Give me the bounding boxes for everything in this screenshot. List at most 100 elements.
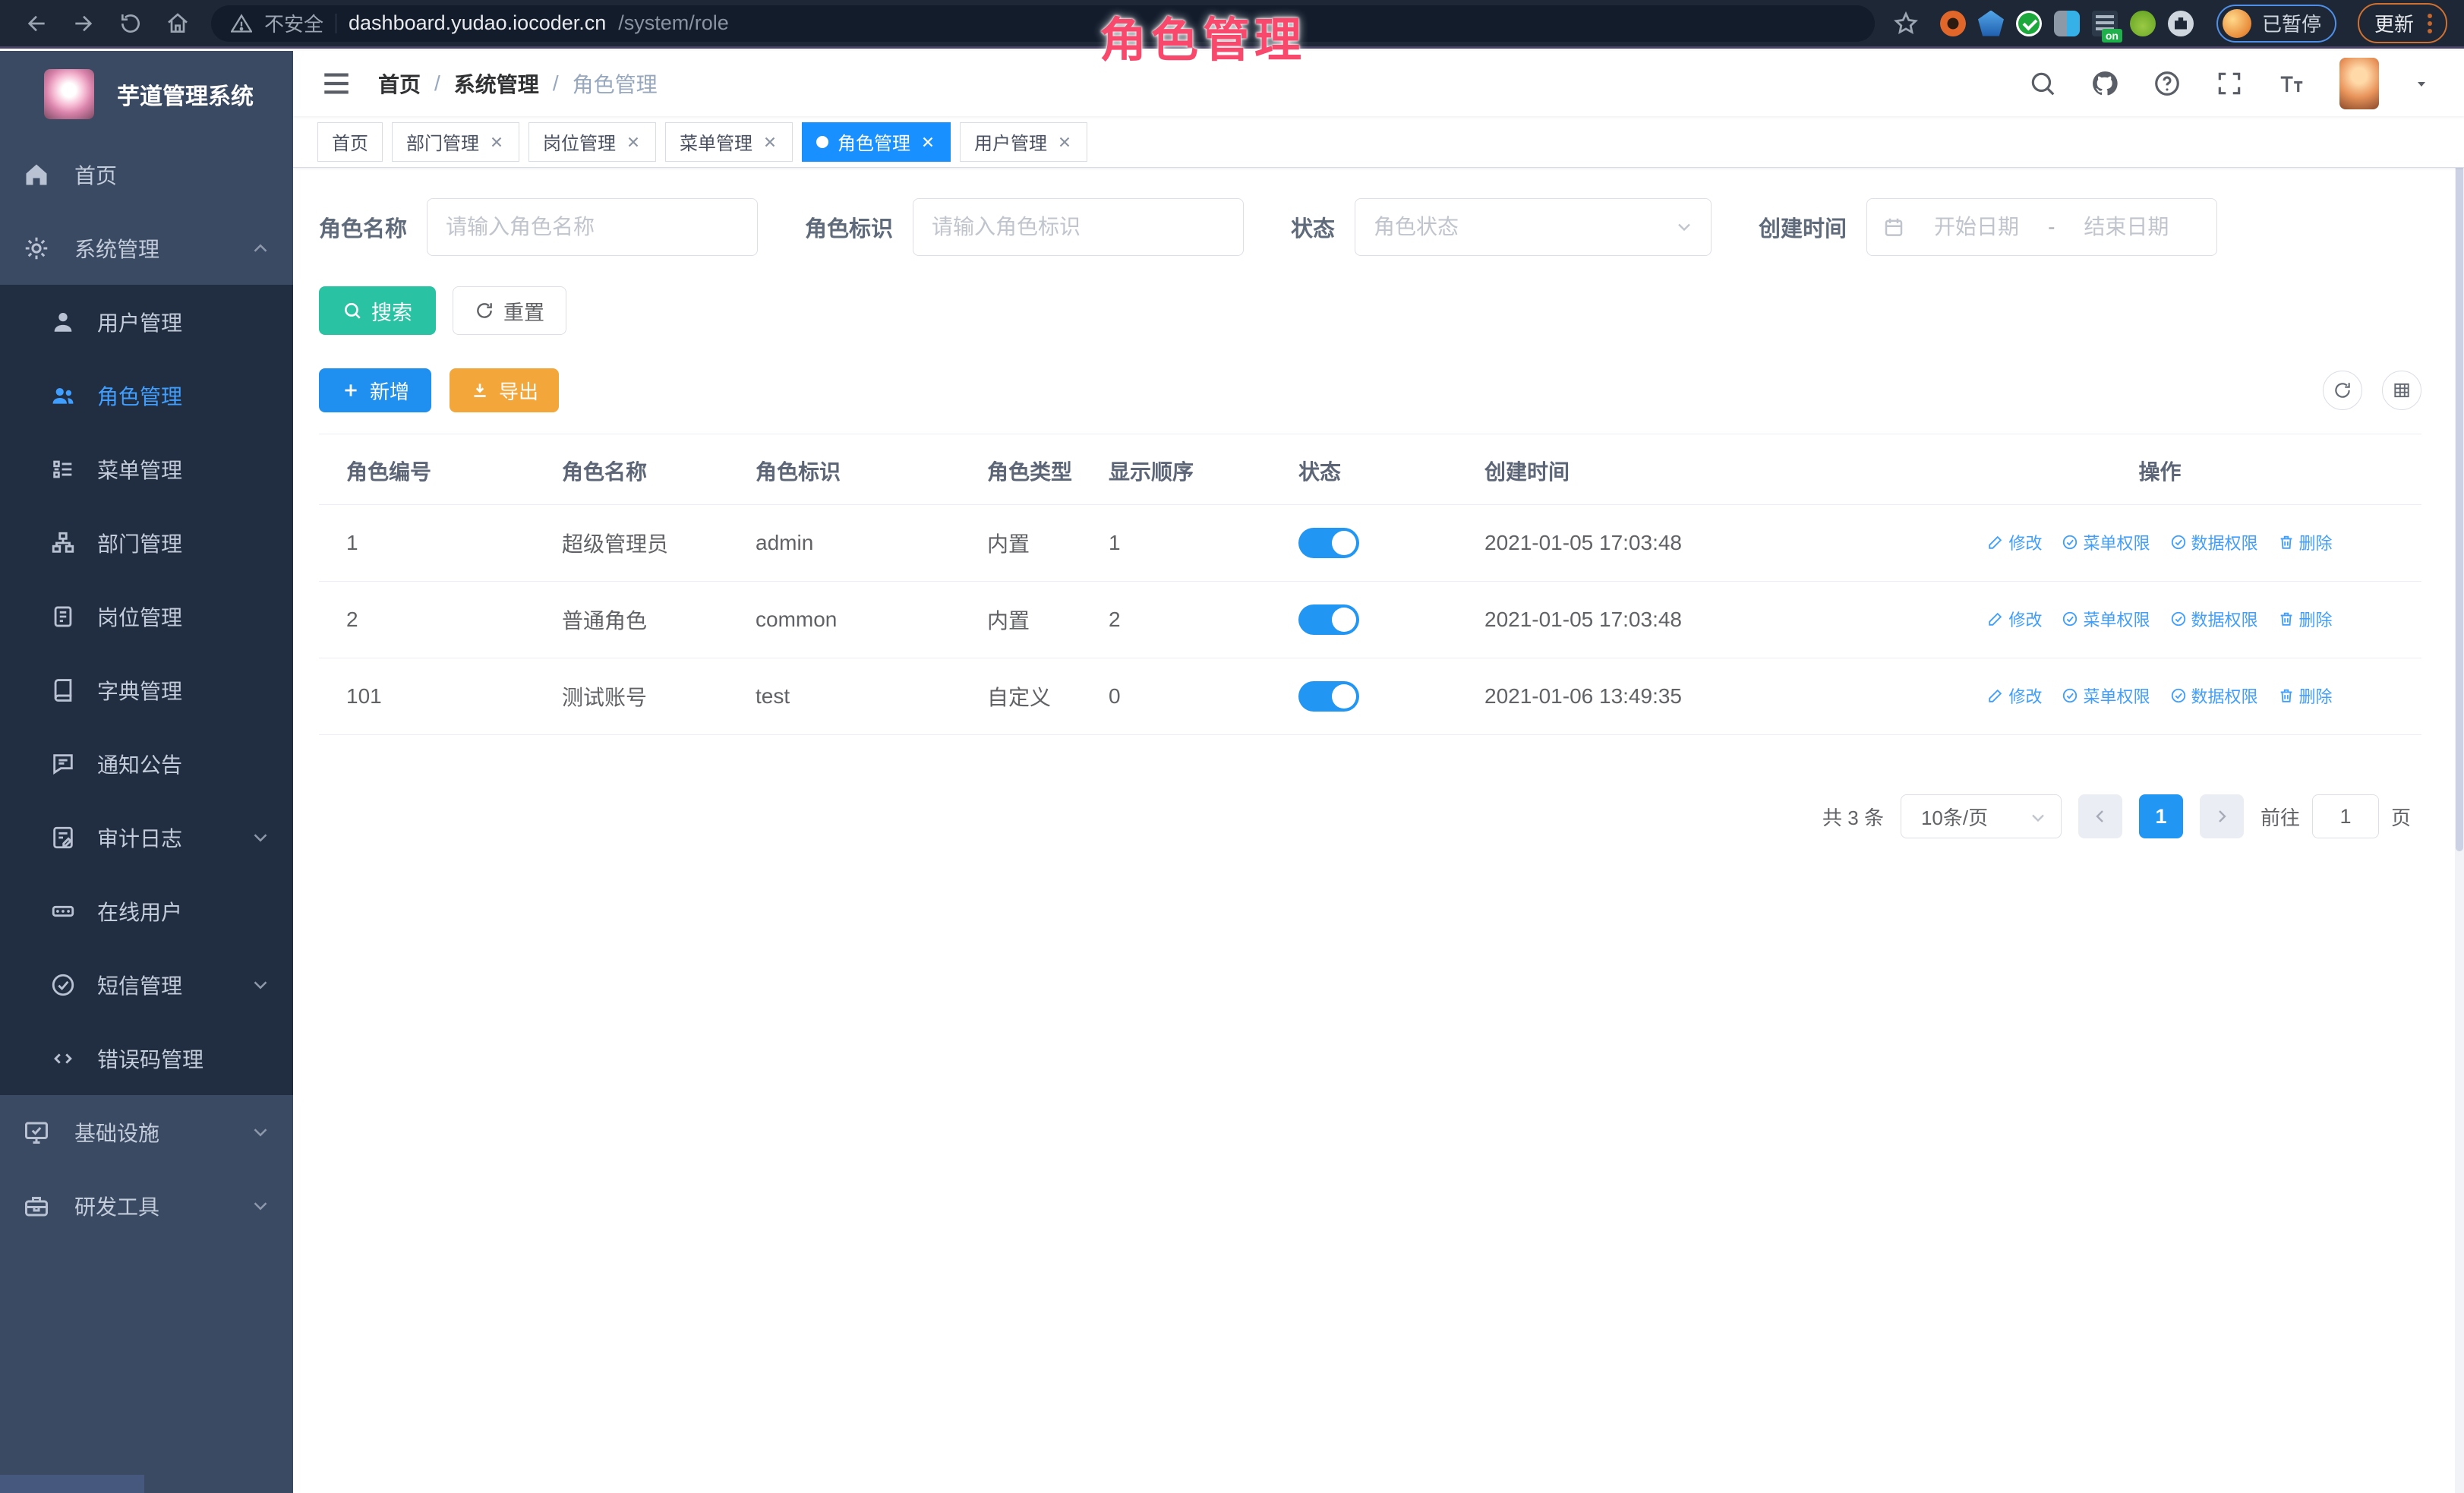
tag-menu-mgmt[interactable]: 菜单管理 [665,122,793,162]
edit-link[interactable]: 修改 [1987,683,2042,708]
menu-permission-link[interactable]: 菜单权限 [2062,683,2150,708]
address-bar[interactable]: 不安全 dashboard.yudao.iocoder.cn/system/ro… [211,5,1875,42]
plus-icon [341,380,361,400]
col-role-name: 角色名称 [562,434,756,505]
status-toggle[interactable] [1298,681,1359,712]
hamburger-icon[interactable] [320,68,352,99]
sidebar-item-devtools[interactable]: 研发工具 [0,1169,293,1242]
menu-permission-link[interactable]: 菜单权限 [2062,530,2150,554]
sidebar-item-dashboard[interactable]: 首页 [0,137,293,211]
fullscreen-icon[interactable] [2215,69,2244,98]
reset-button[interactable]: 重置 [453,286,566,335]
tag-post-mgmt[interactable]: 岗位管理 [528,122,656,162]
menu-permission-link[interactable]: 菜单权限 [2062,607,2150,631]
sidebar-item-role-mgmt[interactable]: 角色管理 [0,358,293,432]
status-toggle[interactable] [1298,604,1359,635]
extension-shield-icon[interactable] [1978,11,2004,36]
browser-menu-kebab-icon[interactable] [2428,21,2432,26]
sidebar-item-dept-mgmt[interactable]: 部门管理 [0,506,293,579]
edit-link[interactable]: 修改 [1987,607,2042,631]
close-icon[interactable] [762,134,778,150]
cell-role-name: 普通角色 [562,582,756,658]
goto-page-input[interactable] [2312,794,2379,838]
sidebar-logo[interactable]: 芋道管理系统 [0,51,293,137]
status-toggle[interactable] [1298,528,1359,558]
start-date-input[interactable] [1916,215,2037,239]
tag-role-mgmt[interactable]: 角色管理 [802,122,951,162]
user-avatar[interactable] [2339,58,2379,109]
next-page-button[interactable] [2200,794,2244,838]
sidebar-item-label: 通知公告 [97,749,272,779]
breadcrumb-system[interactable]: 系统管理 [454,68,539,99]
browser-back-button[interactable] [17,4,56,43]
browser-forward-button[interactable] [64,4,103,43]
breadcrumb-home[interactable]: 首页 [378,68,421,99]
close-icon[interactable] [920,134,936,150]
github-icon[interactable] [2090,69,2119,98]
scrollbar-thumb[interactable] [2456,54,2463,851]
page-size-select[interactable]: 10条/页 [1901,794,2062,838]
sidebar-item-post-mgmt[interactable]: 岗位管理 [0,579,293,653]
sidebar-item-audit-log[interactable]: 审计日志 [0,800,293,874]
data-permission-link[interactable]: 数据权限 [2170,607,2258,631]
tag-user-mgmt[interactable]: 用户管理 [960,122,1087,162]
delete-link[interactable]: 删除 [2278,683,2333,708]
security-warning-label[interactable]: 不安全 [264,9,323,37]
cell-role-id: 2 [319,582,562,658]
extension-check-icon[interactable] [2016,11,2042,36]
data-permission-link[interactable]: 数据权限 [2170,530,2258,554]
page-scrollbar[interactable] [2455,51,2464,1493]
browser-update-button[interactable]: 更新 [2358,3,2447,43]
help-icon[interactable] [2153,69,2182,98]
delete-link[interactable]: 删除 [2278,607,2333,631]
extension-list-icon[interactable]: on [2092,11,2118,36]
data-permission-link[interactable]: 数据权限 [2170,683,2258,708]
close-icon[interactable] [625,134,642,150]
sidebar-item-notice[interactable]: 通知公告 [0,727,293,800]
extensions-puzzle-icon[interactable] [2168,11,2194,36]
status-select-input[interactable] [1355,198,1712,256]
sidebar-item-menu-mgmt[interactable]: 菜单管理 [0,432,293,506]
refresh-table-button[interactable] [2323,371,2362,410]
sidebar-item-system[interactable]: 系统管理 [0,211,293,285]
column-settings-button[interactable] [2382,371,2421,410]
profile-paused-pill[interactable]: 已暂停 [2216,5,2336,43]
sidebar-item-dict-mgmt[interactable]: 字典管理 [0,653,293,727]
tag-home[interactable]: 首页 [317,122,383,162]
edit-icon [1987,534,2004,551]
sidebar-item-error-code[interactable]: 错误码管理 [0,1021,293,1095]
export-button[interactable]: 导出 [450,368,559,412]
caret-down-icon[interactable] [2412,74,2431,93]
search-icon[interactable] [2028,69,2057,98]
paused-badge-label: 已暂停 [2262,9,2321,37]
sidebar-item-online-users[interactable]: 在线用户 [0,874,293,948]
sidebar-item-infra[interactable]: 基础设施 [0,1095,293,1169]
edit-link[interactable]: 修改 [1987,530,2042,554]
page-number-1[interactable]: 1 [2139,794,2183,838]
status-select[interactable] [1355,198,1712,256]
browser-home-button[interactable] [158,4,197,43]
add-button[interactable]: 新增 [319,368,431,412]
tag-dept-mgmt[interactable]: 部门管理 [392,122,519,162]
bookmark-star-icon[interactable] [1893,11,1919,36]
close-icon[interactable] [488,134,505,150]
delete-link[interactable]: 删除 [2278,530,2333,554]
extension-target-icon[interactable] [1940,11,1966,36]
sidebar-scrollbar[interactable] [0,1475,144,1493]
search-button[interactable]: 搜索 [319,286,436,335]
role-name-input[interactable] [427,198,758,256]
end-date-input[interactable] [2065,215,2187,239]
sidebar-item-user-mgmt[interactable]: 用户管理 [0,285,293,358]
chevron-down-icon [249,1195,272,1217]
close-icon[interactable] [1056,134,1073,150]
extension-grid-icon[interactable] [2054,11,2080,36]
extension-android-icon[interactable] [2130,11,2156,36]
log-document-icon [50,825,76,851]
role-key-input[interactable] [913,198,1244,256]
browser-reload-button[interactable] [111,4,150,43]
date-range-picker[interactable]: - [1866,198,2217,256]
circle-check-icon [2062,611,2078,627]
sidebar-item-sms-mgmt[interactable]: 短信管理 [0,948,293,1021]
prev-page-button[interactable] [2078,794,2122,838]
font-size-icon[interactable] [2277,69,2306,98]
